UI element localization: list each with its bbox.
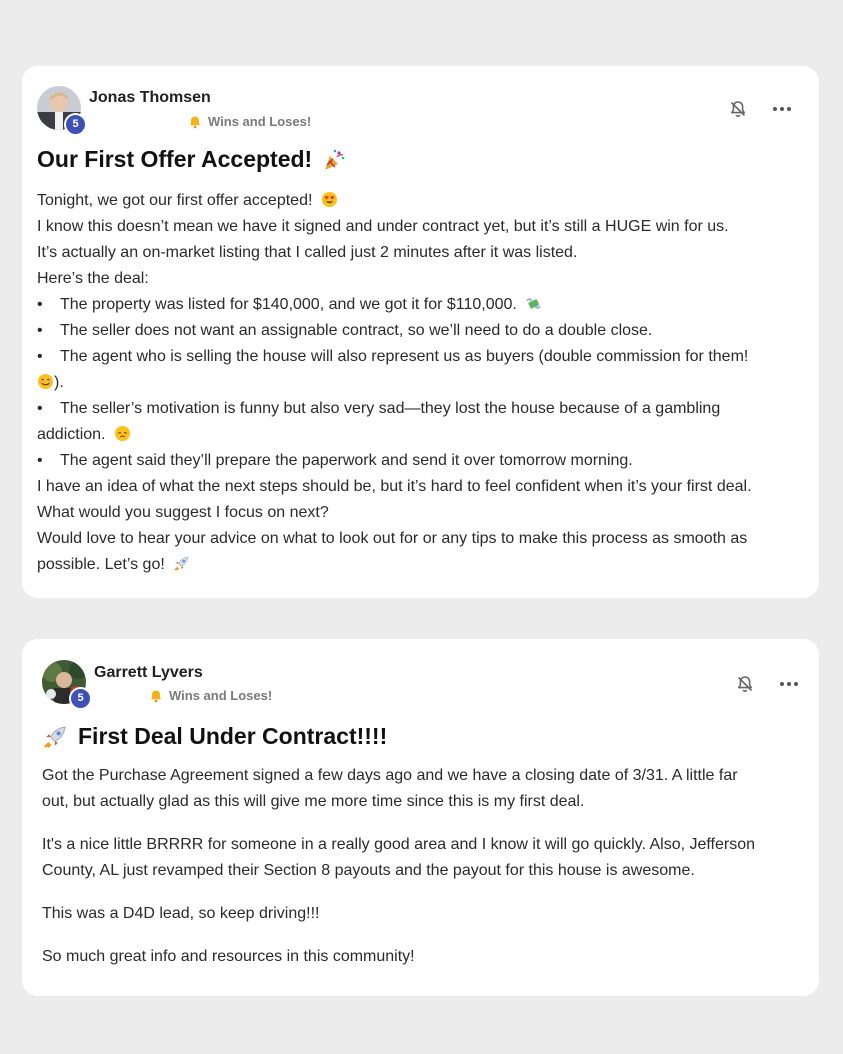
party-popper-icon bbox=[325, 149, 345, 170]
body-text: addiction. bbox=[37, 426, 106, 443]
author-name[interactable]: Jonas Thomsen bbox=[89, 89, 211, 107]
post-card[interactable]: 5 Jonas Thomsen Wins and Loses! Our Firs… bbox=[22, 66, 819, 598]
category-tag[interactable]: Wins and Loses! bbox=[188, 114, 311, 129]
body-line: Tonight, we got our first offer accepted… bbox=[37, 188, 812, 214]
more-options-button[interactable] bbox=[771, 98, 793, 120]
post-title[interactable]: First Deal Under Contract!!!! bbox=[42, 723, 387, 750]
bullet-marker: • bbox=[37, 452, 43, 469]
bullet-item: • The seller’s motivation is funny but al… bbox=[37, 396, 812, 422]
body-line: So much great info and resources in this… bbox=[42, 948, 415, 965]
money-wings-emoji-icon bbox=[526, 298, 542, 309]
bullet-marker: • bbox=[37, 296, 43, 313]
pensive-emoji-icon bbox=[114, 425, 131, 442]
more-horizontal-icon bbox=[780, 682, 798, 686]
bullet-marker: • bbox=[37, 348, 43, 365]
author-name[interactable]: Garrett Lyvers bbox=[94, 664, 203, 682]
post-title-text: First Deal Under Contract!!!! bbox=[78, 723, 388, 749]
post-card[interactable]: 5 Garrett Lyvers Wins and Loses! First D… bbox=[22, 639, 819, 996]
heart-eyes-emoji-icon bbox=[321, 191, 337, 208]
bullet-text: The property was listed for $140,000, an… bbox=[60, 296, 517, 313]
rocket-emoji-icon bbox=[174, 556, 189, 571]
body-line: possible. Let’s go! bbox=[37, 552, 812, 578]
post-actions bbox=[727, 98, 793, 120]
body-line: I know this doesn’t mean we have it sign… bbox=[37, 218, 729, 235]
level-badge: 5 bbox=[69, 687, 92, 710]
bullet-marker: • bbox=[37, 400, 43, 417]
rocket-icon bbox=[44, 725, 66, 748]
post-title-text: Our First Offer Accepted! bbox=[37, 146, 313, 172]
bullet-text: The agent said they’ll prepare the paper… bbox=[60, 452, 633, 469]
more-horizontal-icon bbox=[773, 107, 791, 111]
body-line: It’s actually an on-market listing that … bbox=[37, 244, 578, 261]
body-text: possible. Let’s go! bbox=[37, 556, 165, 573]
body-line: County, AL just revamped their Section 8… bbox=[42, 862, 695, 879]
bullet-text: The seller does not want an assignable c… bbox=[60, 322, 653, 339]
body-line: out, but actually glad as this will give… bbox=[42, 793, 585, 810]
category-label: Wins and Loses! bbox=[169, 688, 273, 703]
category-label: Wins and Loses! bbox=[208, 114, 312, 129]
bullet-marker: • bbox=[37, 322, 43, 339]
bullet-item: • The agent who is selling the house will… bbox=[37, 344, 812, 370]
body-line: Got the Purchase Agreement signed a few … bbox=[42, 767, 738, 784]
body-line: ). bbox=[37, 370, 812, 396]
notify-toggle-button[interactable] bbox=[734, 673, 756, 695]
body-text: Tonight, we got our first offer accepted… bbox=[37, 192, 313, 209]
bell-off-icon bbox=[730, 101, 746, 117]
body-line: Would love to hear your advice on what t… bbox=[37, 530, 748, 547]
notify-toggle-button[interactable] bbox=[727, 98, 749, 120]
category-tag[interactable]: Wins and Loses! bbox=[149, 688, 272, 703]
post-title[interactable]: Our First Offer Accepted! bbox=[37, 146, 346, 173]
bullet-text: The agent who is selling the house will … bbox=[60, 348, 749, 365]
bell-icon bbox=[150, 690, 162, 702]
level-badge: 5 bbox=[64, 113, 87, 136]
body-line: What would you suggest I focus on next? bbox=[37, 504, 329, 521]
body-line: It's a nice little BRRRR for someone in … bbox=[42, 836, 756, 853]
bell-off-icon bbox=[737, 676, 753, 692]
body-paragraph: It's a nice little BRRRR for someone in … bbox=[42, 832, 812, 884]
more-options-button[interactable] bbox=[778, 673, 800, 695]
body-paragraph: Got the Purchase Agreement signed a few … bbox=[42, 763, 812, 815]
body-text: ). bbox=[54, 374, 64, 391]
body-line: addiction. bbox=[37, 422, 812, 448]
body-line: I have an idea of what the next steps sh… bbox=[37, 478, 752, 495]
post-body: Got the Purchase Agreement signed a few … bbox=[42, 763, 812, 987]
post-actions bbox=[734, 673, 800, 695]
post-body: Tonight, we got our first offer accepted… bbox=[37, 188, 812, 578]
bullet-item: • The property was listed for $140,000, a… bbox=[37, 292, 812, 318]
body-paragraph: So much great info and resources in this… bbox=[42, 944, 812, 970]
body-line: Here’s the deal: bbox=[37, 270, 149, 287]
body-line: This was a D4D lead, so keep driving!!! bbox=[42, 905, 320, 922]
author-avatar[interactable]: 5 bbox=[37, 86, 87, 136]
body-paragraph: This was a D4D lead, so keep driving!!! bbox=[42, 901, 812, 927]
smiling-emoji-icon bbox=[37, 373, 54, 390]
bell-icon bbox=[189, 116, 201, 128]
bullet-item: • The seller does not want an assignable … bbox=[37, 318, 812, 344]
author-avatar[interactable]: 5 bbox=[42, 660, 92, 710]
bullet-item: • The agent said they’ll prepare the pape… bbox=[37, 448, 812, 474]
bullet-text: The seller’s motivation is funny but als… bbox=[60, 400, 721, 417]
